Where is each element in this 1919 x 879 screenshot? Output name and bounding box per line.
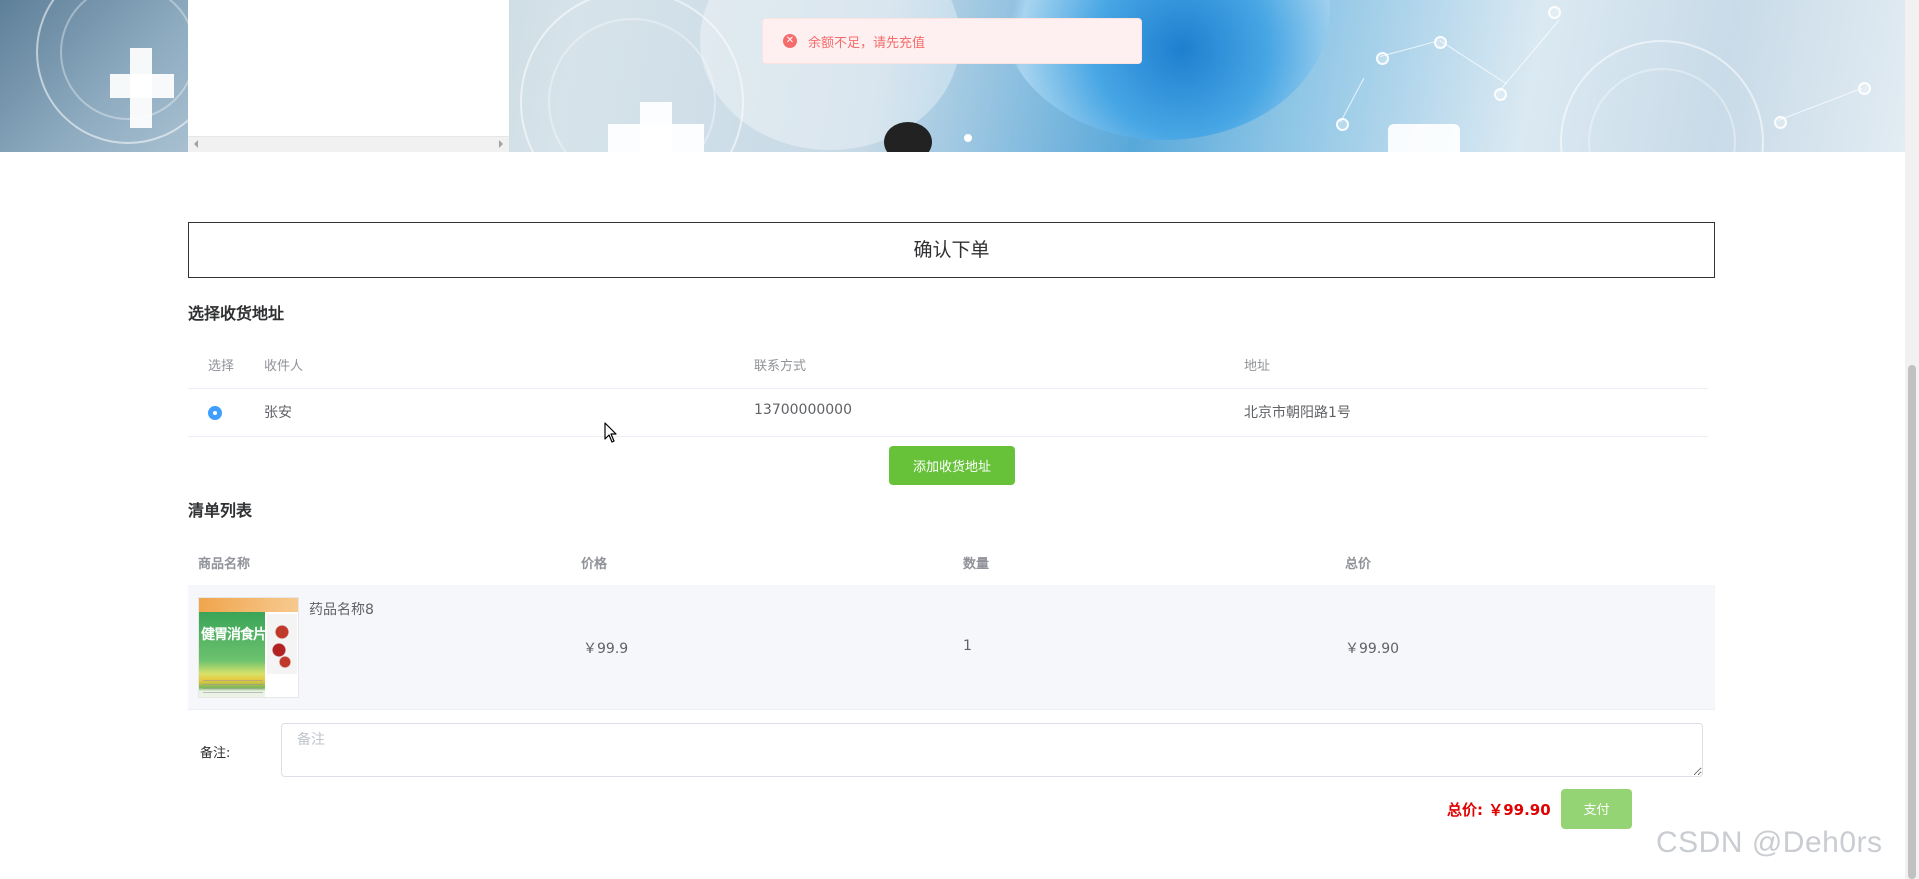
column-header-recipient: 收件人 <box>264 359 304 374</box>
address-table-header: 选择 收件人 联系方式 地址 <box>188 344 1708 389</box>
error-toast: ✕ 余额不足，请先充值 <box>762 18 1142 64</box>
product-image-text: 健胃消食片 <box>201 627 267 643</box>
watermark: CSDN @Deh0rs <box>1656 826 1883 859</box>
scroll-right-arrow-icon[interactable] <box>499 140 503 148</box>
address-section-title: 选择收货地址 <box>188 304 285 323</box>
error-circle-icon: ✕ <box>783 34 797 48</box>
remark-label: 备注: <box>200 746 231 761</box>
add-address-button[interactable]: 添加收货地址 <box>889 446 1015 485</box>
address-row[interactable]: 张安 13700000000 北京市朝阳路1号 <box>188 388 1708 437</box>
product-image: 健胃消食片 <box>198 597 299 698</box>
recipient-phone: 13700000000 <box>754 402 852 418</box>
product-name: 药品名称8 <box>309 602 374 618</box>
embedded-frame <box>188 0 509 152</box>
order-total: 总价: ￥99.90 <box>1447 801 1551 819</box>
mouse-cursor-icon <box>604 422 617 443</box>
horizontal-scrollbar[interactable] <box>188 136 509 152</box>
list-section-title: 清单列表 <box>188 501 253 520</box>
banner-left-image <box>0 0 220 152</box>
column-header-quantity: 数量 <box>963 557 990 572</box>
address-radio[interactable] <box>208 406 222 420</box>
recipient-address: 北京市朝阳路1号 <box>1244 405 1351 421</box>
scrollbar-thumb[interactable] <box>1908 365 1916 879</box>
column-header-total: 总价 <box>1345 557 1372 572</box>
vertical-scrollbar[interactable] <box>1905 0 1919 879</box>
column-header-phone: 联系方式 <box>754 359 807 374</box>
toast-message: 余额不足，请先充值 <box>808 35 926 51</box>
column-header-price: 价格 <box>581 557 608 572</box>
list-table-header: 商品名称 价格 数量 总价 <box>188 535 1715 586</box>
column-header-product-name: 商品名称 <box>198 557 251 572</box>
recipient-name: 张安 <box>264 405 292 421</box>
table-row: 健胃消食片 药品名称8 ￥99.9 1 ￥99.90 <box>188 585 1715 710</box>
remark-textarea[interactable] <box>281 723 1703 777</box>
column-header-address: 地址 <box>1244 359 1271 374</box>
scroll-left-arrow-icon[interactable] <box>194 140 198 148</box>
product-quantity: 1 <box>963 638 972 654</box>
pay-button[interactable]: 支付 <box>1561 789 1632 829</box>
column-header-select: 选择 <box>208 359 235 374</box>
product-total: ￥99.90 <box>1345 641 1400 657</box>
page-title: 确认下单 <box>188 222 1715 278</box>
carousel-indicator[interactable] <box>964 134 972 142</box>
product-price: ￥99.9 <box>583 641 629 657</box>
